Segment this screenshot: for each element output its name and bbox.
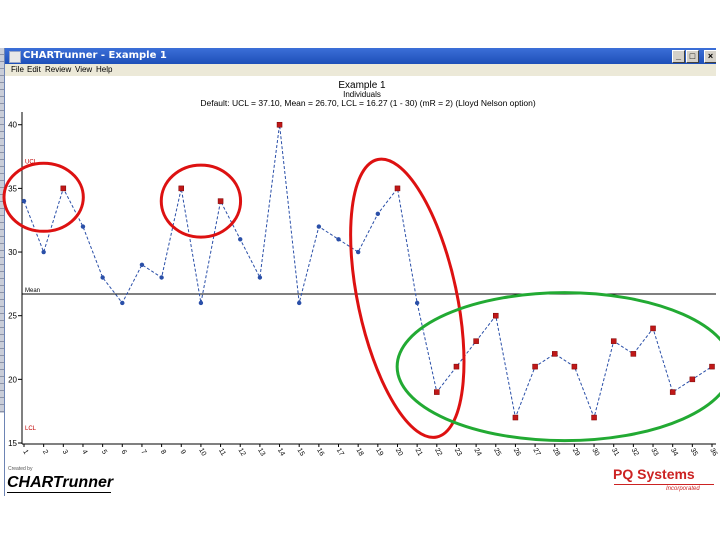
x-tick-label: 18 — [354, 447, 364, 457]
series-line — [23, 124, 713, 420]
control-chart: Example 1 Individuals Default: UCL = 37.… — [2, 80, 720, 457]
x-tick-label: 24 — [472, 447, 482, 457]
pq-divider — [614, 484, 714, 485]
x-tick-label: 8 — [159, 449, 167, 456]
x-tick-label: 2 — [41, 449, 49, 456]
x-tick-label: 16 — [315, 447, 325, 457]
lcl-label: LCL — [25, 426, 37, 432]
x-tick-label: 13 — [256, 447, 266, 457]
x-tick-label: 6 — [120, 449, 128, 456]
x-tick-label: 5 — [100, 449, 108, 456]
data-point — [80, 224, 86, 229]
x-tick-label: 15 — [296, 447, 306, 457]
x-tick-label: 27 — [531, 447, 541, 457]
flagged-point — [394, 185, 401, 192]
x-tick-label: 34 — [669, 447, 679, 457]
flagged-point — [453, 363, 460, 370]
x-tick-label: 22 — [433, 447, 443, 457]
chart-parameters: Default: UCL = 37.10, Mean = 26.70, LCL … — [200, 98, 535, 108]
flagged-point — [473, 338, 479, 344]
flagged-point — [669, 389, 676, 395]
x-tick-label: 29 — [571, 447, 581, 457]
annotation-ellipse — [349, 157, 466, 439]
y-tick-label: 25 — [8, 312, 17, 321]
mean-label: Mean — [25, 288, 40, 294]
flagged-point — [650, 325, 656, 332]
x-tick-label: 20 — [394, 447, 404, 457]
flagged-point — [689, 376, 696, 383]
flagged-point — [512, 414, 519, 421]
brand-tagline: Created by — [8, 466, 33, 472]
x-tick-label: 19 — [374, 447, 384, 457]
x-tick-label: 31 — [610, 447, 620, 457]
x-tick-label: 4 — [80, 449, 88, 456]
flagged-point — [217, 198, 224, 204]
pq-systems-logo: PQ Systems — [613, 466, 695, 482]
x-tick-label: 25 — [492, 447, 502, 457]
y-tick-label: 30 — [8, 248, 17, 257]
x-tick-label: 9 — [179, 449, 187, 456]
x-tick-label: 12 — [237, 447, 247, 457]
y-tick-label: 40 — [8, 121, 17, 130]
data-point — [414, 300, 420, 306]
annotation-ellipse — [159, 163, 243, 239]
flagged-point — [276, 121, 283, 128]
data-point — [297, 300, 302, 306]
data-point — [21, 198, 27, 204]
y-tick-label: 20 — [8, 375, 17, 384]
pq-incorporated: Incorporated — [666, 486, 700, 492]
flagged-point — [493, 312, 499, 319]
bottom-bar — [0, 496, 720, 540]
x-tick-label: 32 — [630, 447, 640, 457]
x-tick-label: 28 — [551, 447, 561, 457]
data-point — [139, 262, 145, 267]
x-tick-label: 14 — [276, 447, 286, 457]
flagged-point — [610, 338, 617, 344]
chartrunner-logo: CHARTrunner — [7, 474, 114, 491]
data-point — [257, 275, 263, 280]
data-point — [316, 224, 322, 229]
flagged-point — [60, 185, 67, 192]
data-point — [120, 300, 125, 306]
x-tick-label: 35 — [689, 447, 699, 457]
flagged-point — [434, 389, 440, 395]
flagged-point — [178, 185, 185, 192]
x-tick-label: 11 — [217, 447, 227, 457]
x-tick-label: 36 — [708, 447, 718, 457]
flagged-point — [591, 414, 597, 421]
data-point — [336, 237, 341, 242]
data-point — [100, 275, 105, 280]
x-tick-label: 3 — [61, 449, 69, 456]
x-tick-label: 30 — [590, 447, 600, 457]
data-point — [159, 275, 164, 280]
data-point — [41, 249, 46, 255]
data-point — [238, 237, 243, 242]
x-tick-label: 21 — [413, 447, 423, 457]
x-tick-label: 33 — [649, 447, 659, 457]
annotation-ellipse — [395, 291, 720, 443]
flagged-point — [630, 351, 637, 357]
annotation-ellipse — [2, 161, 85, 233]
x-tick-label: 17 — [335, 447, 345, 457]
data-point — [355, 249, 361, 255]
x-tick-label: 1 — [21, 449, 29, 456]
data-point — [375, 211, 381, 217]
flagged-point — [551, 351, 558, 357]
x-tick-label: 23 — [453, 447, 463, 457]
flagged-point — [709, 363, 715, 370]
flagged-point — [532, 363, 538, 370]
x-tick-label: 7 — [139, 449, 147, 456]
y-tick-label: 35 — [8, 184, 17, 193]
flagged-point — [571, 363, 578, 370]
brand-underline — [7, 492, 111, 493]
data-point — [198, 300, 204, 306]
x-tick-label: 26 — [512, 447, 522, 457]
x-tick-label: 10 — [197, 447, 207, 457]
y-tick-label: 15 — [8, 439, 17, 448]
